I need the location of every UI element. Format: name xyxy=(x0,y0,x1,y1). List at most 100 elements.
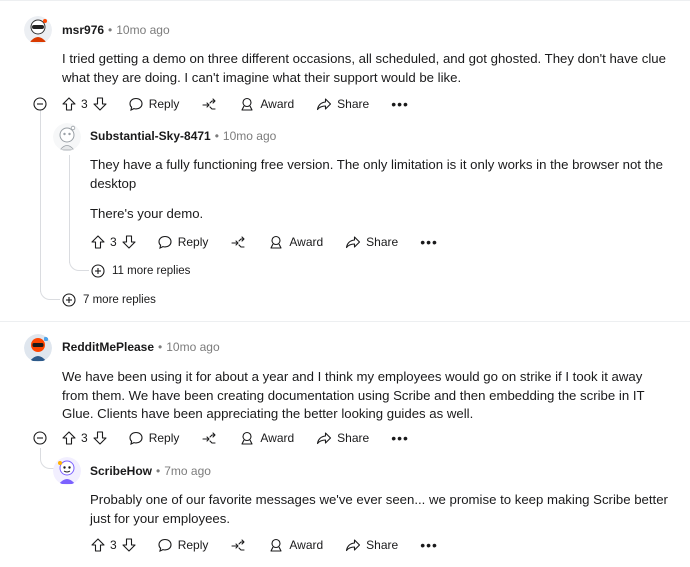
comment-body: I tried getting a demo on three differen… xyxy=(62,50,682,87)
vote-count: 3 xyxy=(110,538,117,552)
more-options-button[interactable]: ••• xyxy=(391,430,409,446)
share-arrow-icon xyxy=(316,96,332,112)
vote-count: 3 xyxy=(110,235,117,249)
thread-line[interactable] xyxy=(40,110,41,292)
share-label: Share xyxy=(366,235,399,249)
separator: • xyxy=(108,23,113,37)
share-button[interactable]: Share xyxy=(316,96,369,112)
plus-circle-icon xyxy=(91,264,105,278)
username[interactable]: Substantial-Sky-8471 xyxy=(90,129,211,143)
comment-paragraph: There's your demo. xyxy=(90,206,204,221)
reply-label: Reply xyxy=(148,431,180,445)
plus-circle-icon xyxy=(62,293,76,307)
share-label: Share xyxy=(337,431,370,445)
award-icon xyxy=(239,430,255,446)
repost-icon xyxy=(230,234,246,250)
award-label: Award xyxy=(289,538,324,552)
arrow-down-icon[interactable] xyxy=(121,234,137,250)
share-label: Share xyxy=(337,97,370,111)
repost-button[interactable] xyxy=(230,234,246,250)
share-label: Share xyxy=(366,538,399,552)
arrow-up-icon[interactable] xyxy=(61,430,77,446)
reply-button[interactable]: Reply xyxy=(128,430,180,446)
separator: • xyxy=(214,129,219,143)
timestamp[interactable]: 10mo ago xyxy=(166,340,219,354)
repost-icon xyxy=(201,430,217,446)
more-options-button[interactable]: ••• xyxy=(420,537,438,553)
comment-paragraph: They have a fully functioning free versi… xyxy=(90,157,663,191)
comment-meta: msr976 • 10mo ago xyxy=(62,20,170,40)
award-label: Award xyxy=(260,97,295,111)
speech-bubble-icon xyxy=(157,537,173,553)
reply-button[interactable]: Reply xyxy=(157,234,208,250)
award-label: Award xyxy=(289,235,324,249)
award-icon xyxy=(268,234,284,250)
more-options-button[interactable]: ••• xyxy=(391,96,409,112)
username[interactable]: ScribeHow xyxy=(90,464,152,478)
speech-bubble-icon xyxy=(128,430,144,446)
comment-paragraph: Probably one of our favorite messages we… xyxy=(90,492,668,526)
comment-meta: ScribeHow • 7mo ago xyxy=(90,461,211,481)
comment-body: We have been using it for about a year a… xyxy=(62,368,672,424)
timestamp[interactable]: 10mo ago xyxy=(223,129,276,143)
minus-circle-icon[interactable] xyxy=(33,97,47,111)
reply-label: Reply xyxy=(148,97,180,111)
comment-actions: 3 Reply Award Share ••• xyxy=(90,230,438,254)
thread-connector xyxy=(40,288,60,300)
thread-connector xyxy=(69,258,89,271)
share-arrow-icon xyxy=(345,537,361,553)
more-replies-button[interactable]: 11 more replies xyxy=(91,264,190,278)
vote-count: 3 xyxy=(81,431,88,445)
award-icon xyxy=(239,96,255,112)
award-button[interactable]: Award xyxy=(239,430,294,446)
timestamp[interactable]: 10mo ago xyxy=(116,23,169,37)
comment-paragraph: We have been using it for about a year a… xyxy=(62,369,645,421)
avatar[interactable] xyxy=(53,457,81,485)
award-label: Award xyxy=(260,431,295,445)
speech-bubble-icon xyxy=(157,234,173,250)
repost-icon xyxy=(201,96,217,112)
reply-button[interactable]: Reply xyxy=(157,537,209,553)
more-options-button[interactable]: ••• xyxy=(420,234,438,250)
minus-circle-icon[interactable] xyxy=(33,431,47,445)
comment-meta: RedditMePlease • 10mo ago xyxy=(62,337,220,357)
award-icon xyxy=(268,537,284,553)
thread-line[interactable] xyxy=(69,155,70,263)
share-arrow-icon xyxy=(345,234,361,250)
share-button[interactable]: Share xyxy=(345,234,398,250)
repost-button[interactable] xyxy=(201,430,217,446)
arrow-down-icon[interactable] xyxy=(92,96,108,112)
arrow-down-icon[interactable] xyxy=(92,430,108,446)
reply-button[interactable]: Reply xyxy=(128,96,180,112)
comment-actions: 3 Reply Award Share ••• xyxy=(33,92,409,116)
award-button[interactable]: Award xyxy=(268,537,323,553)
repost-button[interactable] xyxy=(230,537,246,553)
reply-label: Reply xyxy=(177,538,209,552)
more-replies-button[interactable]: 7 more replies xyxy=(62,293,156,307)
share-button[interactable]: Share xyxy=(345,537,398,553)
arrow-down-icon[interactable] xyxy=(121,537,137,553)
award-button[interactable]: Award xyxy=(268,234,323,250)
award-button[interactable]: Award xyxy=(239,96,294,112)
username[interactable]: msr976 xyxy=(62,23,104,37)
comment-paragraph: I tried getting a demo on three differen… xyxy=(62,51,666,85)
avatar[interactable] xyxy=(53,123,81,151)
comment-actions: 3 Reply Award Share ••• xyxy=(33,426,409,450)
comment-meta: Substantial-Sky-8471 • 10mo ago xyxy=(90,126,276,146)
arrow-up-icon[interactable] xyxy=(90,537,106,553)
username[interactable]: RedditMePlease xyxy=(62,340,154,354)
repost-button[interactable] xyxy=(201,96,217,112)
comment-body: Probably one of our favorite messages we… xyxy=(90,491,670,528)
avatar[interactable] xyxy=(24,16,52,44)
repost-icon xyxy=(230,537,246,553)
avatar[interactable] xyxy=(24,334,52,362)
separator: • xyxy=(156,464,161,478)
share-arrow-icon xyxy=(316,430,332,446)
comment-actions: 3 Reply Award Share ••• xyxy=(90,533,438,557)
arrow-up-icon[interactable] xyxy=(61,96,77,112)
timestamp[interactable]: 7mo ago xyxy=(164,464,211,478)
separator: • xyxy=(158,340,163,354)
arrow-up-icon[interactable] xyxy=(90,234,106,250)
comment-body: They have a fully functioning free versi… xyxy=(90,156,665,224)
share-button[interactable]: Share xyxy=(316,430,369,446)
